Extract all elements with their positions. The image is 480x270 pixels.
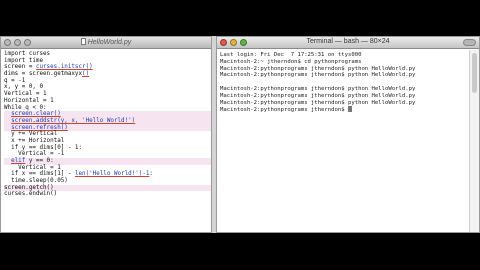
code-highlight: (): [82, 71, 90, 78]
terminal-line-text: Macintosh-2:pythonprograms jtherndon$ py…: [220, 99, 416, 106]
code-text: if y == dims[0] - 1:: [4, 144, 83, 151]
video-frame: HelloWorld.py import curses import time sc…: [0, 0, 480, 270]
code-text: curses.endwin(): [4, 191, 58, 198]
editor-title: HelloWorld.py: [1, 38, 211, 46]
terminal-line: Macintosh-2:pythonprograms jtherndon$ py…: [220, 93, 469, 100]
code-text: Vertical = 1: [4, 91, 47, 98]
terminal-line-text: Macintosh-2:pythonprograms jtherndon$ py…: [220, 85, 416, 92]
code-text: Horizontal = 1: [4, 97, 54, 104]
document-icon: [80, 38, 86, 45]
terminal-line: Last login: Fri Dec 7 17:25:31 on ttys00…: [220, 52, 469, 59]
code-line: curses.endwin(): [4, 191, 211, 198]
terminal-window[interactable]: Terminal — bash — 80×24 Last login: Fri …: [216, 36, 480, 233]
code-text: x += Horizontal: [4, 137, 65, 144]
code-line: if y == dims[0] - 1:: [4, 145, 211, 152]
terminal-line-text: Macintosh-2:pythonprograms jtherndon$ py…: [220, 72, 416, 79]
desktop: HelloWorld.py import curses import time sc…: [0, 36, 480, 233]
code-line: elif y == 0:: [4, 158, 211, 165]
editor-title-text: HelloWorld.py: [87, 39, 132, 46]
code-line: if x == dims[1] - len('Hello World!')-1:: [4, 171, 211, 178]
code-line: import curses: [4, 51, 211, 58]
toolbar-toggle-button[interactable]: [463, 39, 476, 46]
code-highlight: screen.addstr(y, x, 'Hello World!'): [11, 117, 136, 124]
code-text: Vertical = 1: [4, 164, 61, 171]
code-line: screen.clear(): [4, 111, 211, 118]
code-line: Horizontal = 1: [4, 98, 211, 105]
terminal-line: Macintosh-2:pythonprograms jtherndon$: [220, 106, 469, 113]
terminal-line-text: Macintosh-2:pythonprograms jtherndon$ py…: [220, 65, 416, 72]
code-text: if x == dims[1] -: [4, 171, 75, 178]
code-line: screen = curses.initscr(): [4, 64, 211, 71]
terminal-line-text: Last login: Fri Dec 7 17:25:31 on ttys00…: [220, 52, 362, 58]
code-line: x, y = 0, 0: [4, 84, 211, 91]
code-line: screen.refresh(): [4, 124, 211, 132]
scrollbar-thumb[interactable]: [472, 53, 477, 93]
code-text: import curses: [4, 51, 51, 57]
editor-window[interactable]: HelloWorld.py import curses import time sc…: [0, 36, 212, 233]
code-text: q = -1: [4, 77, 26, 84]
code-line: q = -1: [4, 78, 211, 85]
code-line: y += Vertical: [4, 131, 211, 138]
code-line: import time: [4, 58, 211, 65]
terminal-line-text: Macintosh-2:pythonprograms jtherndon$: [220, 107, 348, 114]
terminal-line-text: Macintosh-2:pythonprograms jtherndon$ py…: [220, 92, 416, 99]
terminal-line: Macintosh-2:pythonprograms jtherndon$ py…: [220, 100, 469, 107]
code-highlight: screen.clear(): [11, 111, 61, 118]
terminal-title: Terminal — bash — 80×24: [306, 38, 390, 45]
code-line: screen.getch(): [4, 184, 211, 192]
terminal-line: Macintosh-2:~ jtherndon$ cd pythonprogra…: [220, 59, 469, 66]
code-text: y += Vertical: [4, 131, 58, 138]
code-line: Vertical = 1: [4, 165, 211, 172]
text-cursor: [347, 106, 352, 113]
code-line: Vertical = -1: [4, 151, 211, 158]
terminal-titlebar[interactable]: Terminal — bash — 80×24: [217, 37, 479, 49]
code-line: time.sleep(0.05): [4, 178, 211, 185]
code-editor[interactable]: import curses import time screen = curses.…: [1, 50, 211, 232]
code-text: Vertical = -1: [4, 151, 65, 158]
code-text: x, y = 0, 0: [4, 84, 44, 91]
code-text: screen =: [4, 64, 36, 71]
code-line: Vertical = 1: [4, 91, 211, 98]
code-text: dims = screen.getmaxyx: [4, 71, 83, 78]
code-text: time.sleep(0.05): [4, 178, 68, 185]
code-line: x += Horizontal: [4, 138, 211, 145]
terminal-line: Macintosh-2:pythonprograms jtherndon$ py…: [220, 86, 469, 93]
code-highlight: curses.initscr(): [35, 64, 93, 71]
terminal-scrollbar[interactable]: [469, 50, 479, 232]
code-line: screen.addstr(y, x, 'Hello World!'): [4, 117, 211, 125]
code-highlight: screen.refresh(): [11, 124, 68, 131]
code-line: dims = screen.getmaxyx(): [4, 71, 211, 78]
terminal-output[interactable]: Last login: Fri Dec 7 17:25:31 on ttys00…: [217, 50, 469, 232]
code-text: While q < 0:: [4, 104, 47, 111]
terminal-line: Macintosh-2:pythonprograms jtherndon$ py…: [220, 66, 469, 73]
code-highlight: len('Hello World!')-1: [74, 171, 150, 178]
terminal-line: Macintosh-2:pythonprograms jtherndon$ py…: [220, 72, 469, 79]
code-text: :: [149, 171, 153, 178]
editor-titlebar[interactable]: HelloWorld.py: [1, 37, 211, 49]
code-text: import time: [4, 57, 44, 64]
code-highlight: elif: [11, 158, 26, 164]
code-text: y == 0:: [25, 158, 54, 164]
code-line: While q < 0:: [4, 105, 211, 112]
terminal-line-text: Macintosh-2:~ jtherndon$ cd pythonprogra…: [220, 58, 362, 65]
code-text: screen.getch(): [4, 184, 54, 191]
